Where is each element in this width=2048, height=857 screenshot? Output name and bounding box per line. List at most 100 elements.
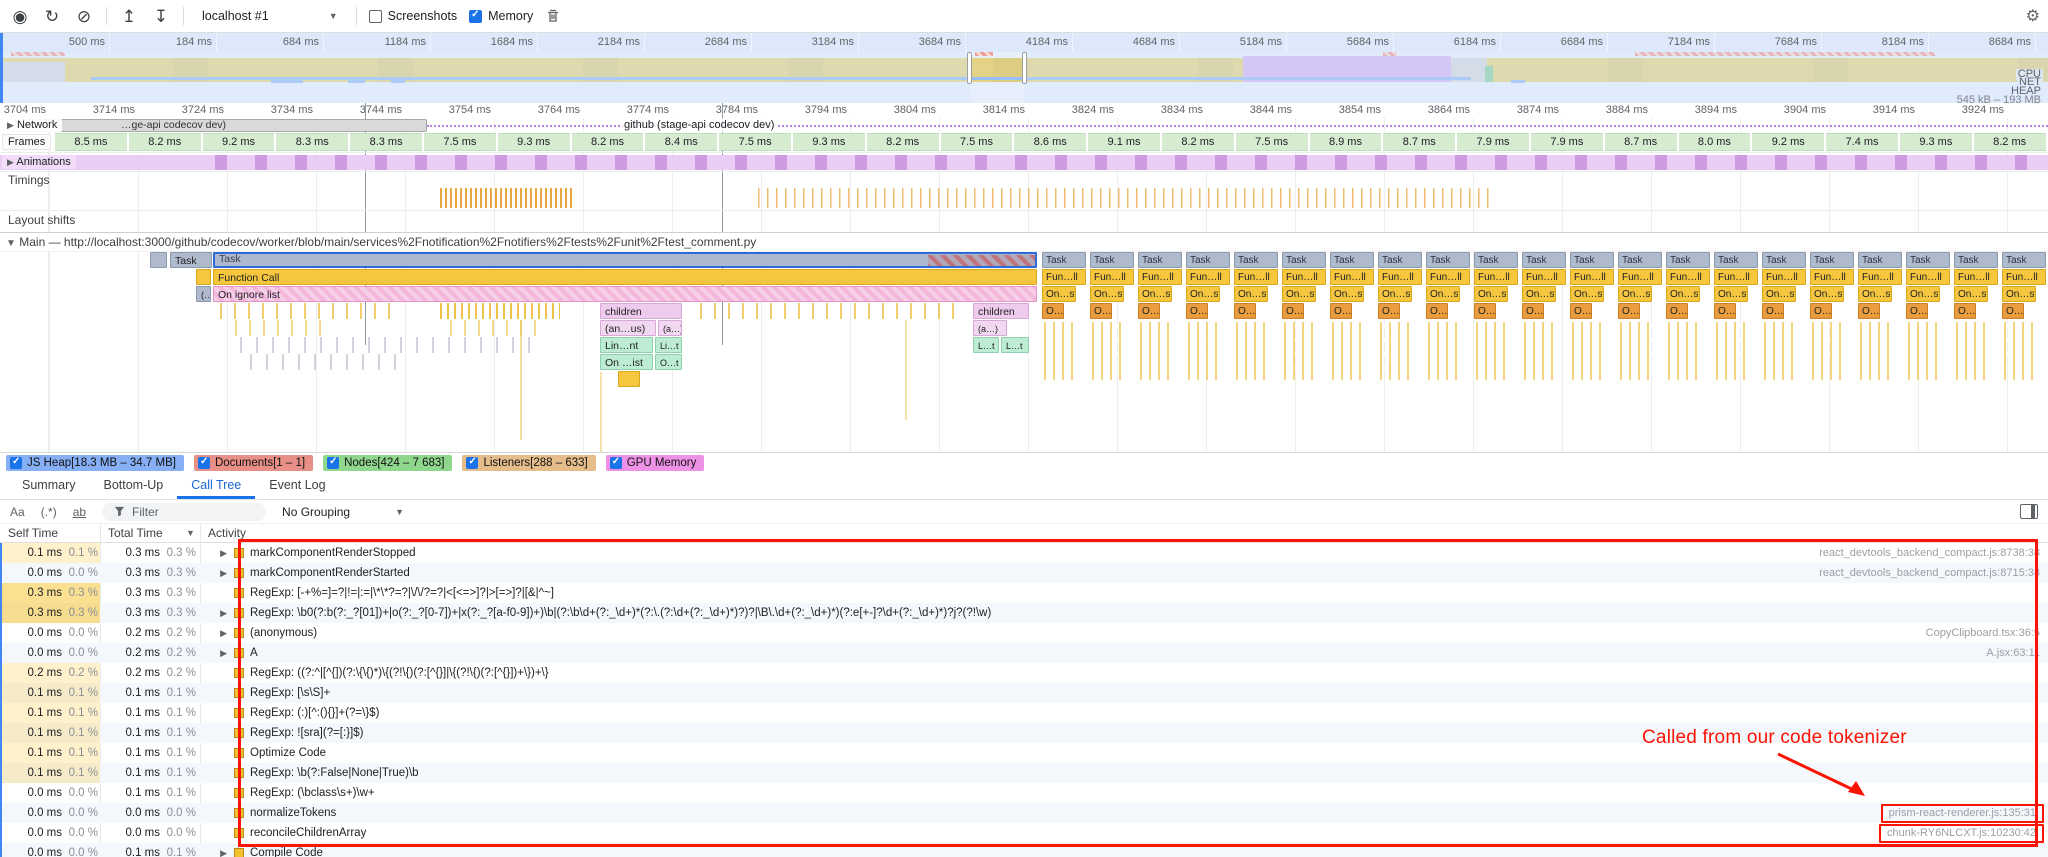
task-bar[interactable]: Task [1666,252,1710,268]
ignore-list-bar[interactable]: On…st [1666,286,1700,302]
ignore-list-bar[interactable]: O…t [1282,303,1304,319]
table-row[interactable]: 0.1 ms 0.1 % 0.1 ms 0.1 % ▶ Optimize Cod… [2,743,2048,763]
frame-duration-cell[interactable]: 8.2 ms [1974,133,2046,151]
task-bar[interactable]: Task [1858,252,1902,268]
function-call-bar[interactable]: Fun…ll [1090,269,1134,285]
function-call-bar[interactable]: Fun…ll [1762,269,1806,285]
frame-duration-cell[interactable]: 8.4 ms [645,133,717,151]
function-call-bar[interactable]: Fun…ll [1186,269,1230,285]
ignore-list-bar[interactable]: O…t [2002,303,2024,319]
ignore-list-bar[interactable]: On …ist [600,354,653,370]
function-call-bar[interactable]: Fun…ll [1138,269,1182,285]
selection-handle-left[interactable] [967,52,972,84]
ignore-list-bar[interactable]: O…t [1810,303,1832,319]
task-bar[interactable]: Task [170,252,212,268]
disclosure-triangle-icon[interactable]: ▶ [7,157,14,167]
frame-duration-cell[interactable]: 7.5 ms [424,133,496,151]
task-bar[interactable]: Task [1522,252,1566,268]
save-profile-icon[interactable]: ↧ [151,8,171,25]
frame-duration-cell[interactable]: 8.7 ms [1383,133,1455,151]
frame-duration-cell[interactable]: 8.9 ms [1310,133,1382,151]
function-call-bar[interactable]: Fun…ll [1666,269,1710,285]
ignore-list-bar[interactable]: O…t [1426,303,1448,319]
show-sidebar-icon[interactable] [2020,504,2038,519]
function-call-bar[interactable]: Fun…ll [1810,269,1854,285]
function-call-bar[interactable] [196,269,211,285]
task-bar[interactable]: Task [1810,252,1854,268]
ignore-list-bar[interactable]: On…st [1762,286,1796,302]
ignore-list-bar[interactable]: On…st [2002,286,2036,302]
ignore-list-bar[interactable]: O…t [655,354,682,370]
disclosure-triangle-icon[interactable]: ▶ [220,628,227,638]
ignore-list-bar[interactable]: O…t [1858,303,1880,319]
main-thread-header[interactable]: ▼ Main — http://localhost:3000/github/co… [0,232,2048,252]
counter-chip[interactable]: JS Heap[18.3 MB – 34.7 MB] [6,455,184,471]
ignore-list-bar[interactable]: On…st [1186,286,1220,302]
table-row[interactable]: 0.1 ms 0.1 % 0.1 ms 0.1 % ▶ RegExp: [\s\… [2,683,2048,703]
ignore-list-bar[interactable]: O…t [1666,303,1688,319]
ignore-list-bar[interactable]: On…st [1282,286,1316,302]
source-location-link[interactable]: react_devtools_backend_compact.js:8738:3… [1819,543,2048,563]
ignore-list-bar[interactable]: On…st [1330,286,1364,302]
ignore-list-bar[interactable]: On…st [1714,286,1748,302]
ignore-list-bar[interactable]: On…st [1426,286,1460,302]
source-location-link[interactable]: react_devtools_backend_compact.js:8715:3… [1819,563,2048,583]
task-bar[interactable]: Task [1906,252,1950,268]
timings-track-label[interactable]: Timings [8,173,50,187]
ignore-list-bar[interactable]: On…st [1858,286,1892,302]
frame-duration-cell[interactable]: 9.3 ms [793,133,865,151]
function-call-bar[interactable]: Fun…ll [1570,269,1614,285]
detail-tab[interactable]: Event Log [255,472,339,499]
task-bar[interactable]: Task [1186,252,1230,268]
counter-chip[interactable]: Listeners[288 – 633] [462,455,595,471]
ignore-list-bar[interactable]: On…st [1474,286,1508,302]
frame-duration-cell[interactable]: 8.7 ms [1605,133,1677,151]
task-bar[interactable]: Task [1954,252,1998,268]
children-bar[interactable]: children [600,303,682,319]
memory-checkbox[interactable] [469,10,482,23]
frame-duration-cell[interactable]: 8.2 ms [867,133,939,151]
function-call-bar[interactable]: Fun…ll [1714,269,1758,285]
task-bar[interactable]: Task [1570,252,1614,268]
settings-gear-icon[interactable]: ⚙ [2026,6,2040,26]
ignore-list-bar[interactable]: O…t [1234,303,1256,319]
table-row[interactable]: 0.0 ms 0.0 % 0.3 ms 0.3 % ▶ markComponen… [2,563,2048,583]
function-call-bar[interactable]: Fun…ll [1522,269,1566,285]
ignore-list-bar[interactable]: O…t [1714,303,1736,319]
task-bar[interactable]: Task [1378,252,1422,268]
collapse-triangle-icon[interactable]: ▼ [6,238,16,249]
function-call-bar[interactable]: Fun…ll [1042,269,1086,285]
screenshots-checkbox-row[interactable]: Screenshots [369,9,457,23]
reload-record-icon[interactable]: ↻ [42,8,62,25]
sort-descending-icon[interactable]: ▼ [186,524,195,542]
task-bar[interactable]: Task [1282,252,1326,268]
anonymous-bar[interactable]: (an…us) [600,320,656,336]
ignore-list-bar[interactable]: O…t [1330,303,1352,319]
ignore-list-bar[interactable]: O…t [1474,303,1496,319]
counter-checkbox[interactable] [10,457,22,469]
task-bar[interactable]: Task [1330,252,1374,268]
frame-duration-cell[interactable]: 7.5 ms [941,133,1013,151]
task-bar[interactable]: Task [1714,252,1758,268]
source-location-link[interactable]: chunk-RY6NLCXT.js:10230:42 [1879,824,2044,843]
ignore-list-bar[interactable]: O…t [1954,303,1976,319]
line-content-bar[interactable]: Lin…nt [600,337,653,353]
table-row[interactable]: 0.3 ms 0.3 % 0.3 ms 0.3 % ▶ RegExp: \b0(… [2,603,2048,623]
detail-tab[interactable]: Call Tree [177,472,255,499]
ignore-list-bar[interactable]: On…st [1090,286,1124,302]
layout-shifts-track-label[interactable]: Layout shifts [8,213,75,227]
function-call-bar[interactable]: Fun…ll [1234,269,1278,285]
timeline-overview[interactable]: 500 ms184 ms684 ms1184 ms1684 ms2184 ms2… [0,33,2048,103]
ignore-list-bar[interactable]: O…t [1906,303,1928,319]
ignore-list-bar[interactable]: On…st [1906,286,1940,302]
network-track[interactable]: …ge-api codecov dev) github (stage-api c… [0,118,2048,133]
animations-track[interactable]: ▶ Animations [0,155,2048,170]
task-bar[interactable]: Task [2002,252,2046,268]
counter-checkbox[interactable] [198,457,210,469]
task-bar[interactable]: Task [1138,252,1182,268]
counter-checkbox[interactable] [610,457,622,469]
task-bar[interactable]: Task [1618,252,1662,268]
detail-tab[interactable]: Summary [8,472,89,499]
match-case-toggle[interactable]: Aa [10,505,25,519]
task-bar[interactable]: Task [1090,252,1134,268]
